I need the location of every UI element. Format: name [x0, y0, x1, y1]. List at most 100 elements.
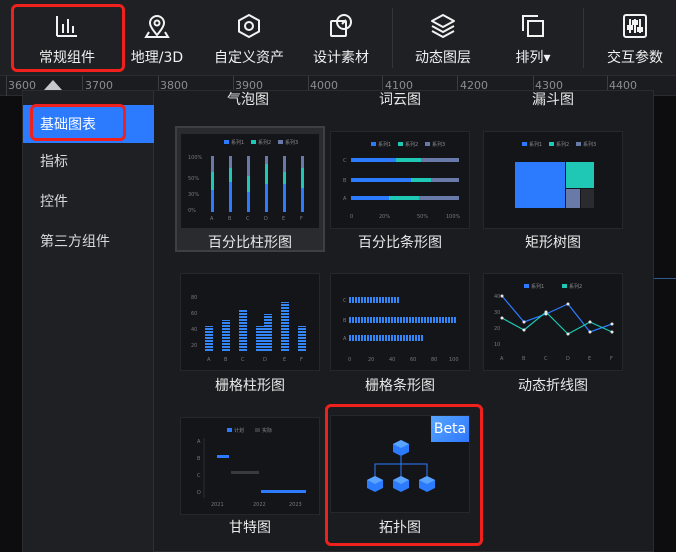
x-tick: 100%	[446, 214, 461, 220]
x-tick: E	[282, 216, 285, 222]
sidebar-item-basic-charts[interactable]: 基础图表	[23, 105, 154, 143]
y-tick: A	[343, 196, 347, 202]
y-tick: B	[197, 456, 201, 462]
x-tick: 2022	[253, 502, 266, 508]
bar-chart-icon	[54, 13, 80, 39]
card-label[interactable]: 词云图	[325, 89, 475, 109]
x-tick: 0	[350, 214, 353, 220]
beta-badge: Beta	[431, 416, 469, 442]
x-tick: 50%	[417, 214, 428, 220]
card-label: 百分比柱形图	[208, 235, 292, 251]
y-tick: A	[343, 336, 347, 342]
toolbar-dynamic-layers[interactable]: 动态图层	[408, 0, 478, 76]
y-tick: 30%	[188, 192, 199, 198]
card-label: 甘特图	[229, 520, 271, 536]
component-picker-panel: 基础图表 指标 控件 第三方组件 气泡图 词云图 漏斗图 系列1 系列2 系列3…	[22, 90, 654, 552]
layers-icon	[430, 13, 456, 39]
y-tick: 80	[191, 295, 197, 301]
x-tick: 80	[431, 357, 437, 363]
sidebar-item-label: 第三方组件	[40, 234, 110, 250]
card-label: 百分比条形图	[358, 235, 442, 251]
x-tick: C	[544, 356, 548, 362]
toolbar-label: 地理/3D	[130, 50, 184, 66]
y-tick: 100%	[188, 155, 203, 161]
card-label: 拓扑图	[379, 520, 421, 536]
material-icon	[328, 13, 354, 39]
toolbar-design-materials[interactable]: 设计素材	[306, 0, 376, 76]
toolbar-custom-assets[interactable]: 自定义资产	[206, 0, 292, 76]
y-tick: 0%	[188, 208, 196, 214]
legend-label: 系列2	[258, 139, 271, 146]
legend-label: 系列2	[569, 283, 582, 290]
x-tick: 2021	[211, 502, 224, 508]
x-tick: 0	[348, 357, 351, 363]
x-tick: 100	[449, 357, 459, 363]
x-tick: E	[588, 356, 591, 362]
sidebar-item-controls[interactable]: 控件	[23, 182, 154, 220]
toolbar-label: 排列▾	[515, 50, 551, 66]
sidebar-item-third-party[interactable]: 第三方组件	[23, 222, 154, 260]
card-grid-bar-chart[interactable]: C B A 0 20 40 60 80 100	[330, 273, 470, 371]
toolbar-arrange[interactable]: 排列▾	[498, 0, 568, 76]
x-tick: E	[283, 357, 286, 363]
x-tick: F	[300, 216, 303, 222]
y-tick: 40	[191, 327, 197, 333]
y-tick: 50%	[188, 176, 199, 182]
x-tick: 60	[410, 357, 416, 363]
toolbar-label: 设计素材	[313, 50, 369, 66]
card-percent-bar-chart[interactable]: 系列1 系列2 系列3 C B A 0 20% 50% 100%	[330, 131, 470, 229]
top-toolbar: 常规组件 地理/3D 自定义资产 设计素材 动态图层 排列▾ 交互参数	[0, 0, 676, 76]
legend-label: 系列2	[556, 141, 569, 148]
y-tick: 40	[494, 294, 500, 300]
x-tick: 20%	[379, 214, 390, 220]
x-tick: F	[300, 357, 303, 363]
toolbar-geo-3d[interactable]: 地理/3D	[124, 0, 190, 76]
toolbar-label: 常规组件	[39, 50, 95, 66]
x-tick: 40	[389, 357, 395, 363]
x-tick: F	[610, 356, 613, 362]
ruler-position-marker[interactable]	[44, 80, 62, 90]
toolbar-interaction-params[interactable]: 交互参数	[600, 0, 670, 76]
arrange-icon	[520, 13, 546, 39]
sidebar-item-metrics[interactable]: 指标	[23, 142, 154, 180]
sidebar-item-label: 控件	[40, 194, 68, 210]
legend-label: 系列1	[531, 283, 544, 290]
card-label: 栅格条形图	[365, 378, 435, 394]
card-gantt-chart[interactable]: 计划 实际 A B C D 2021 2022 2023	[180, 417, 320, 515]
x-tick: B	[228, 216, 232, 222]
legend-label: 系列1	[231, 139, 244, 146]
card-topology-chart[interactable]: Beta	[330, 415, 470, 513]
card-grid-column-chart[interactable]: 80 60 40 20 A B C D E F	[180, 273, 320, 371]
map-pin-icon	[144, 13, 170, 39]
y-tick: 20	[191, 343, 197, 349]
card-label[interactable]: 漏斗图	[478, 89, 628, 109]
y-tick: C	[343, 298, 347, 304]
x-tick: A	[207, 357, 211, 363]
x-tick: C	[246, 216, 250, 222]
x-tick: D	[264, 216, 268, 222]
x-tick: B	[224, 357, 228, 363]
y-tick: B	[343, 318, 347, 324]
card-label[interactable]: 气泡图	[173, 89, 323, 109]
chart-gallery: 气泡图 词云图 漏斗图 系列1 系列2 系列3 100% 50% 30% 0%	[154, 91, 654, 552]
x-tick: A	[500, 356, 504, 362]
y-tick: D	[197, 490, 201, 496]
card-treemap-chart[interactable]: 系列1 系列2 系列3	[483, 131, 623, 229]
legend-label: 计划	[234, 427, 244, 434]
x-tick: 20	[368, 357, 374, 363]
card-label: 动态折线图	[518, 378, 588, 394]
card-label: 栅格柱形图	[215, 378, 285, 394]
x-tick: C	[241, 357, 245, 363]
card-dynamic-line-chart[interactable]: 系列1 系列2 40 30 20 10 A B C D E F	[483, 273, 623, 371]
toolbar-divider	[583, 8, 584, 68]
x-tick: 2023	[289, 502, 302, 508]
toolbar-label: 动态图层	[415, 50, 471, 66]
sliders-icon	[622, 13, 648, 39]
legend-label: 系列1	[378, 141, 391, 148]
y-tick: B	[343, 178, 347, 184]
category-sidebar: 基础图表 指标 控件 第三方组件	[23, 91, 154, 552]
y-tick: 60	[191, 311, 197, 317]
toolbar-common-components[interactable]: 常规组件	[14, 0, 120, 76]
x-tick: B	[522, 356, 526, 362]
y-tick: C	[343, 158, 347, 164]
